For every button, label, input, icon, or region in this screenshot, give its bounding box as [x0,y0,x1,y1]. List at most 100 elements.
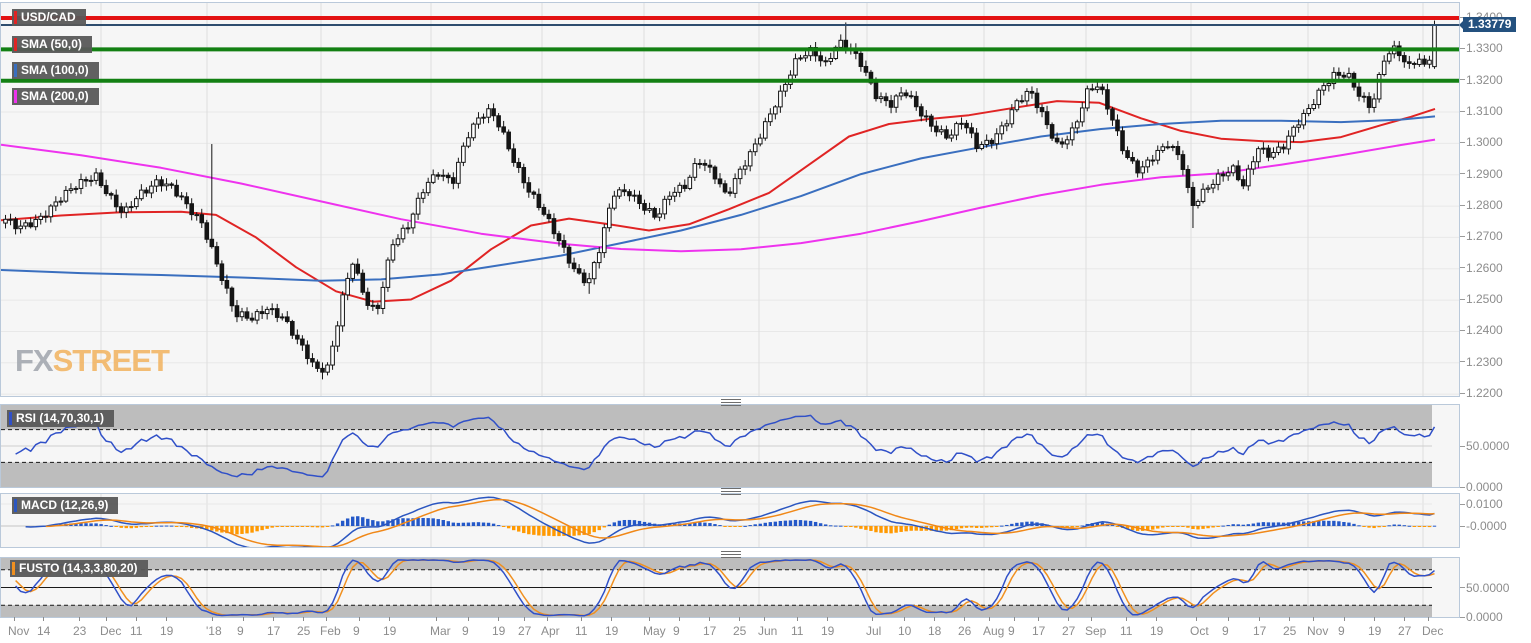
price-tick [1460,79,1465,80]
time-tick-label: 14 [37,625,50,638]
time-tick-label: 23 [73,625,86,638]
indicator-tick-label: -0.0000 [1466,520,1507,532]
time-tick-label: 27 [1398,625,1411,638]
rsi-canvas [1,405,1459,487]
indicator-tick [1460,587,1465,588]
time-tick [326,617,327,621]
instrument-series-tick [14,11,17,24]
sma50-series-tick [14,38,17,51]
price-tick-label: 1.3000 [1466,136,1503,148]
price-tick-label: 1.3100 [1466,105,1503,117]
sma200-label[interactable]: SMA (200,0) [12,88,99,105]
time-tick [1126,617,1127,621]
time-tick-label: Feb [320,625,341,638]
price-tick [1460,236,1465,237]
macd-canvas [1,494,1459,547]
sma200-series-tick [14,90,17,103]
price-tick [1460,361,1465,362]
time-tick [904,617,905,621]
time-tick-label: 11 [1120,625,1132,638]
instrument-label[interactable]: USD/CAD [12,9,86,26]
fusto-label[interactable]: FUSTO (14,3,3,80,20) [10,560,148,577]
time-tick-label: 9 [462,625,469,638]
time-tick-label: 19 [160,625,173,638]
time-tick [1228,617,1229,621]
time-tick-label: Dec [100,625,121,638]
time-tick [581,617,582,621]
time-tick-label: 25 [1283,625,1296,638]
time-tick [934,617,935,621]
indicator-tick-label: 0.0100 [1466,498,1503,510]
rsi-series-tick [9,412,12,425]
indicator-tick [1460,446,1465,447]
price-tick [1460,299,1465,300]
time-tick-label: May [643,625,666,638]
price-tick-label: 1.2400 [1466,324,1503,336]
time-tick [43,617,44,621]
indicator-tick [1460,487,1465,488]
price-tick [1460,173,1465,174]
time-tick [797,617,798,621]
time-tick-label: 9 [1338,625,1345,638]
time-tick-label: 11 [130,625,142,638]
time-tick [1091,617,1092,621]
splitter-macd-fusto[interactable] [721,549,741,556]
time-tick-label: Sep [1085,625,1106,638]
price-tick [1460,48,1465,49]
time-tick [436,617,437,621]
splitter-main-rsi[interactable] [721,397,741,404]
indicator-tick-label: 0.0000 [1466,481,1503,493]
time-tick-label: 19 [492,625,505,638]
fusto-panel[interactable] [0,557,1460,618]
indicator-tick-label: 50.0000 [1466,582,1509,594]
macd-label[interactable]: MACD (12,26,9) [12,497,118,514]
sma100-label[interactable]: SMA (100,0) [12,62,99,79]
time-tick [1289,617,1290,621]
price-tick [1460,205,1465,206]
price-tick-label: 1.2700 [1466,230,1503,242]
time-tick-label: 19 [1150,625,1163,638]
time-tick-label: 9 [237,625,244,638]
time-tick [827,617,828,621]
rsi-label[interactable]: RSI (14,70,30,1) [7,410,114,427]
time-tick-label: 19 [821,625,834,638]
fusto-canvas [1,558,1459,617]
time-tick [611,617,612,621]
time-tick-label: Apr [541,625,560,638]
indicator-tick-label: 50.0000 [1466,440,1509,452]
time-tick-label: 11 [575,625,587,638]
chart-application: FXSTREET USD/CAD SMA (50,0) SMA (100,0) … [0,0,1531,643]
time-tick [166,617,167,621]
price-tick-label: 1.2600 [1466,262,1503,274]
time-tick-label: 10 [898,625,911,638]
fxstreet-watermark-fx: FX [15,343,53,378]
time-tick [739,617,740,621]
time-tick-label: Jun [758,625,777,638]
time-tick-label: 25 [297,625,310,638]
time-tick-label: 19 [1368,625,1381,638]
sma100-series-tick [14,64,17,77]
price-tick-label: 1.2800 [1466,199,1503,211]
time-tick [709,617,710,621]
indicator-tick [1460,504,1465,505]
sma50-label[interactable]: SMA (50,0) [12,36,92,53]
time-tick-label: Aug [983,625,1004,638]
time-tick [273,617,274,621]
macd-panel[interactable] [0,493,1460,548]
rsi-panel[interactable] [0,404,1460,488]
time-tick [1259,617,1260,621]
splitter-rsi-macd[interactable] [721,486,741,493]
time-tick [1374,617,1375,621]
indicator-tick [1460,526,1465,527]
main-price-panel[interactable]: FXSTREET [0,2,1460,397]
price-tick-label: 1.2500 [1466,293,1503,305]
time-tick-label: 17 [267,625,280,638]
sma100-label-text: SMA (100,0) [21,63,89,77]
price-chart-canvas [1,3,1459,396]
time-tick [547,617,548,621]
time-tick-label: 17 [1032,625,1045,638]
time-tick-label: 9 [1222,625,1229,638]
fusto-series-tick [12,562,15,575]
last-price-badge: 1.33779 [1463,17,1516,32]
time-tick-label: 19 [383,625,396,638]
